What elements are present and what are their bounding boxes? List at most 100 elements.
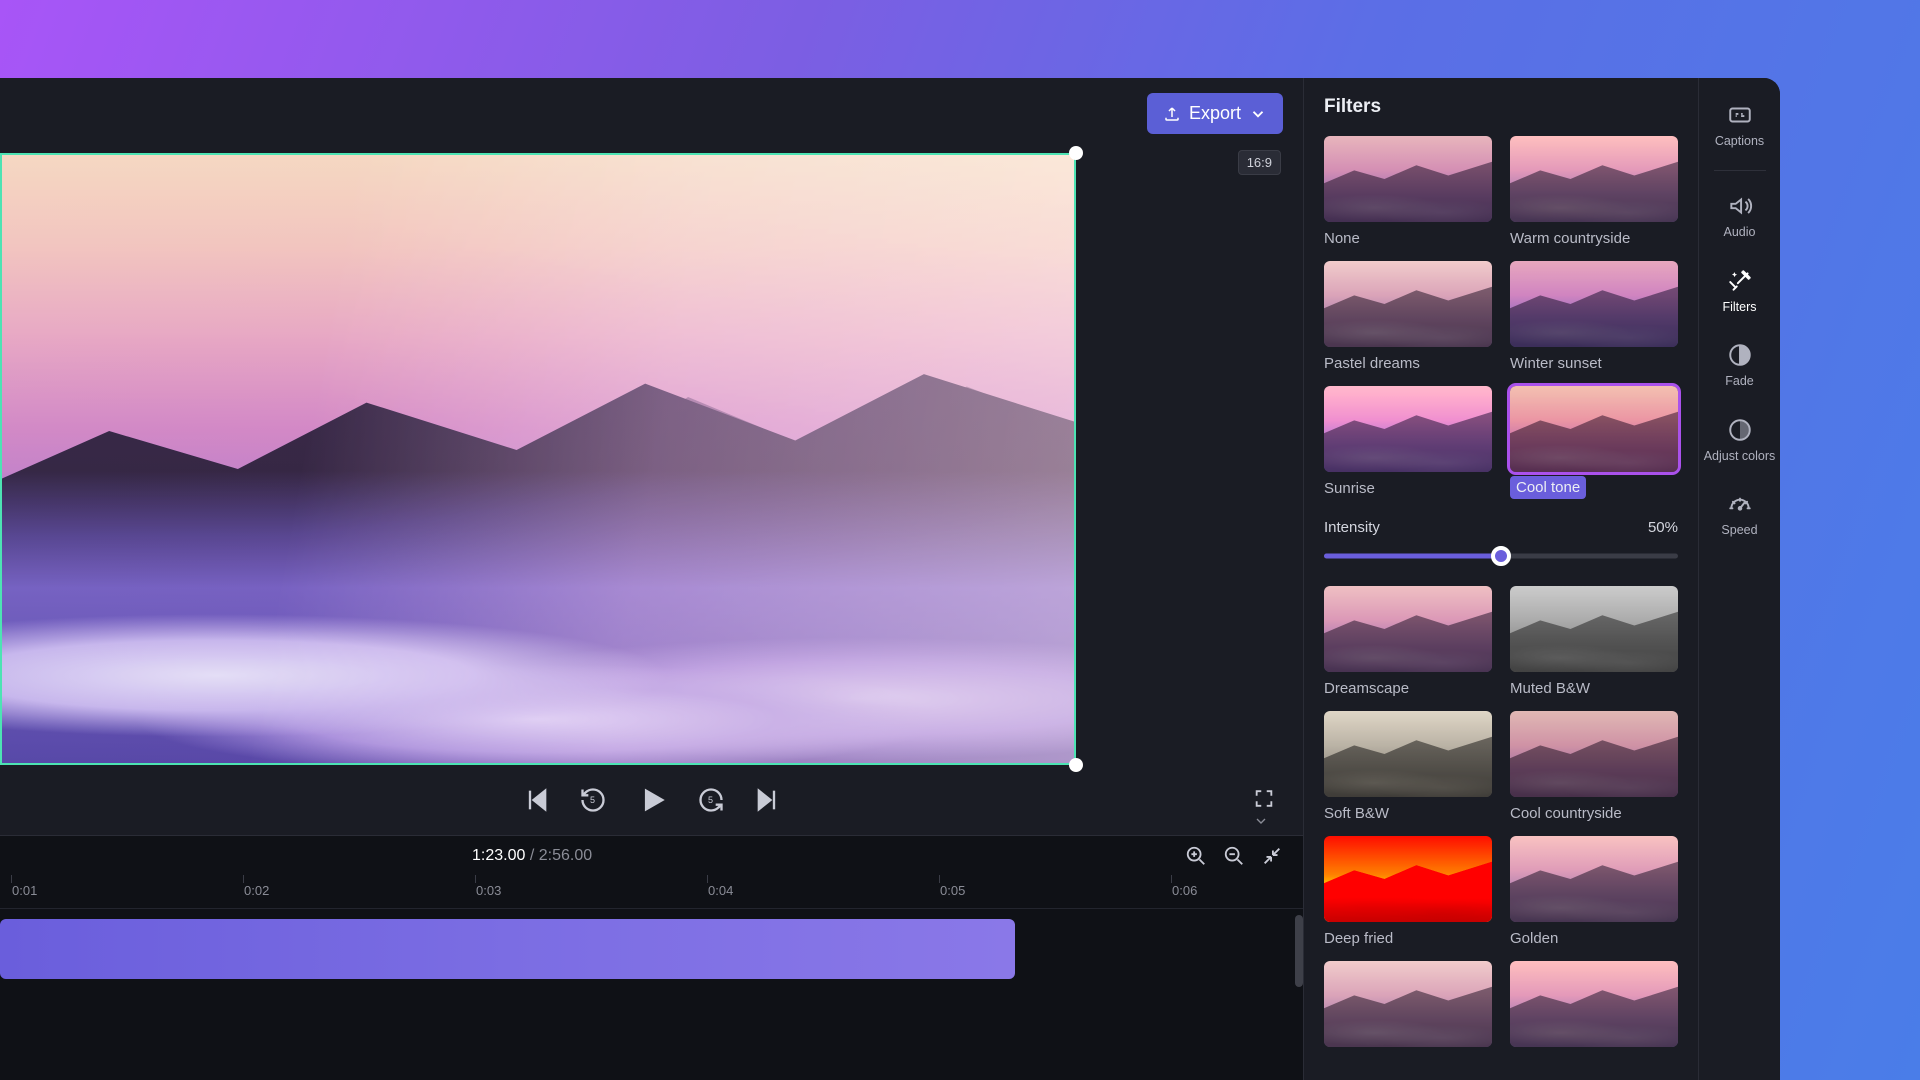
tool-label: Captions [1715,134,1764,148]
duration: 2:56.00 [539,847,592,864]
tool-fade[interactable]: Fade [1699,332,1780,402]
fade-icon [1727,342,1753,368]
chevron-down-icon [1253,813,1269,829]
speed-icon [1725,491,1755,517]
filters-icon [1727,268,1753,294]
ruler-tick: 0:01 [12,883,37,898]
filter-label: Soft B&W [1324,805,1492,822]
filter-unnamed[interactable] [1324,961,1492,1055]
ruler-tick: 0:05 [940,883,965,898]
filter-label: Golden [1510,930,1678,947]
forward-5s-button[interactable]: 5 [697,786,725,814]
stage: Export 16:9 5 [0,78,1303,1080]
filter-thumbnail [1510,586,1678,672]
fullscreen-button[interactable] [1253,788,1275,813]
preview-canvas[interactable] [0,153,1076,765]
timeline-ruler[interactable]: 0:010:020:030:040:050:06 [0,875,1303,909]
playback-controls: 5 5 [0,765,1303,835]
filter-label: Warm countryside [1510,230,1678,247]
toolbar-divider [1714,170,1766,171]
timeline-header: 1:23.00 / 2:56.00 [0,835,1303,875]
filter-thumbnail [1324,136,1492,222]
tool-label: Adjust colors [1704,449,1776,463]
rewind-5s-button[interactable]: 5 [579,786,607,814]
tool-audio[interactable]: Audio [1699,183,1780,253]
ruler-tick: 0:02 [244,883,269,898]
filter-thumbnail [1324,586,1492,672]
export-label: Export [1189,103,1241,124]
fullscreen-icon [1253,788,1275,810]
upload-icon [1163,105,1181,123]
filter-deep-fried[interactable]: Deep fried [1324,836,1492,947]
filter-label: Deep fried [1324,930,1492,947]
filter-winter-sunset[interactable]: Winter sunset [1510,261,1678,372]
filters-panel-title: Filters [1324,96,1678,118]
zoom-in-icon [1185,845,1207,867]
filter-unnamed[interactable] [1510,961,1678,1055]
filter-dreamscape[interactable]: Dreamscape [1324,586,1492,697]
tool-speed[interactable]: Speed [1699,481,1780,551]
filter-thumbnail [1324,961,1492,1047]
filter-muted-b-w[interactable]: Muted B&W [1510,586,1678,697]
captions-icon [1727,102,1753,128]
adjust-colors-icon [1727,417,1753,443]
zoom-out-icon [1223,845,1245,867]
filter-cool-countryside[interactable]: Cool countryside [1510,711,1678,822]
filter-none[interactable]: None [1324,136,1492,247]
filter-thumbnail [1510,136,1678,222]
filter-thumbnail [1510,386,1678,472]
collapse-arrows-icon [1261,845,1283,867]
play-button[interactable] [635,783,669,817]
forward-amount: 5 [708,795,713,805]
video-editor-app: Export 16:9 5 [0,78,1780,1080]
skip-back-icon [523,786,551,814]
rewind-amount: 5 [590,795,595,805]
tool-captions[interactable]: Captions [1699,92,1780,162]
filters-panel: Filters None Warm countryside Pastel dream… [1303,78,1698,1080]
intensity-value: 50% [1648,519,1678,536]
prev-frame-button[interactable] [523,786,551,814]
filters-grid: None Warm countryside Pastel dreams Winter … [1324,136,1678,1055]
filter-label: Winter sunset [1510,355,1678,372]
tool-adjust-colors[interactable]: Adjust colors [1699,407,1780,477]
tool-filters[interactable]: Filters [1699,258,1780,328]
filter-golden[interactable]: Golden [1510,836,1678,947]
filter-cool-tone[interactable]: Cool tone [1510,386,1678,499]
zoom-out-button[interactable] [1223,845,1245,867]
skip-forward-icon [753,786,781,814]
timeline-scrollbar[interactable] [1295,909,1303,1080]
current-time: 1:23.00 [472,847,525,864]
play-icon [635,783,669,817]
filter-thumbnail [1510,961,1678,1047]
ruler-tick: 0:06 [1172,883,1197,898]
fit-timeline-button[interactable] [1261,845,1283,867]
filter-warm-countryside[interactable]: Warm countryside [1510,136,1678,247]
timeline-tracks[interactable] [0,909,1303,1080]
slider-thumb[interactable] [1491,546,1511,566]
intensity-control: Intensity50% [1324,519,1678,566]
tool-label: Audio [1724,225,1756,239]
filter-soft-b-w[interactable]: Soft B&W [1324,711,1492,822]
aspect-ratio-badge[interactable]: 16:9 [1238,150,1281,175]
filter-thumbnail [1510,711,1678,797]
chevron-down-icon [1249,105,1267,123]
tool-label: Filters [1722,300,1756,314]
filter-label: Muted B&W [1510,680,1678,697]
collapse-timeline-button[interactable] [1253,813,1269,834]
tool-label: Speed [1721,523,1757,537]
video-clip[interactable] [0,919,1015,979]
zoom-in-button[interactable] [1185,845,1207,867]
export-button[interactable]: Export [1147,93,1283,134]
resize-handle-bottom-right[interactable] [1069,758,1083,772]
next-frame-button[interactable] [753,786,781,814]
intensity-slider[interactable] [1324,546,1678,566]
resize-handle-top-right[interactable] [1069,146,1083,160]
timecode: 1:23.00 / 2:56.00 [472,847,592,865]
filter-sunrise[interactable]: Sunrise [1324,386,1492,499]
filter-pastel-dreams[interactable]: Pastel dreams [1324,261,1492,372]
audio-icon [1727,193,1753,219]
filter-thumbnail [1324,261,1492,347]
filter-thumbnail [1324,836,1492,922]
scrollbar-thumb[interactable] [1295,915,1303,987]
filter-label: Sunrise [1324,480,1492,497]
